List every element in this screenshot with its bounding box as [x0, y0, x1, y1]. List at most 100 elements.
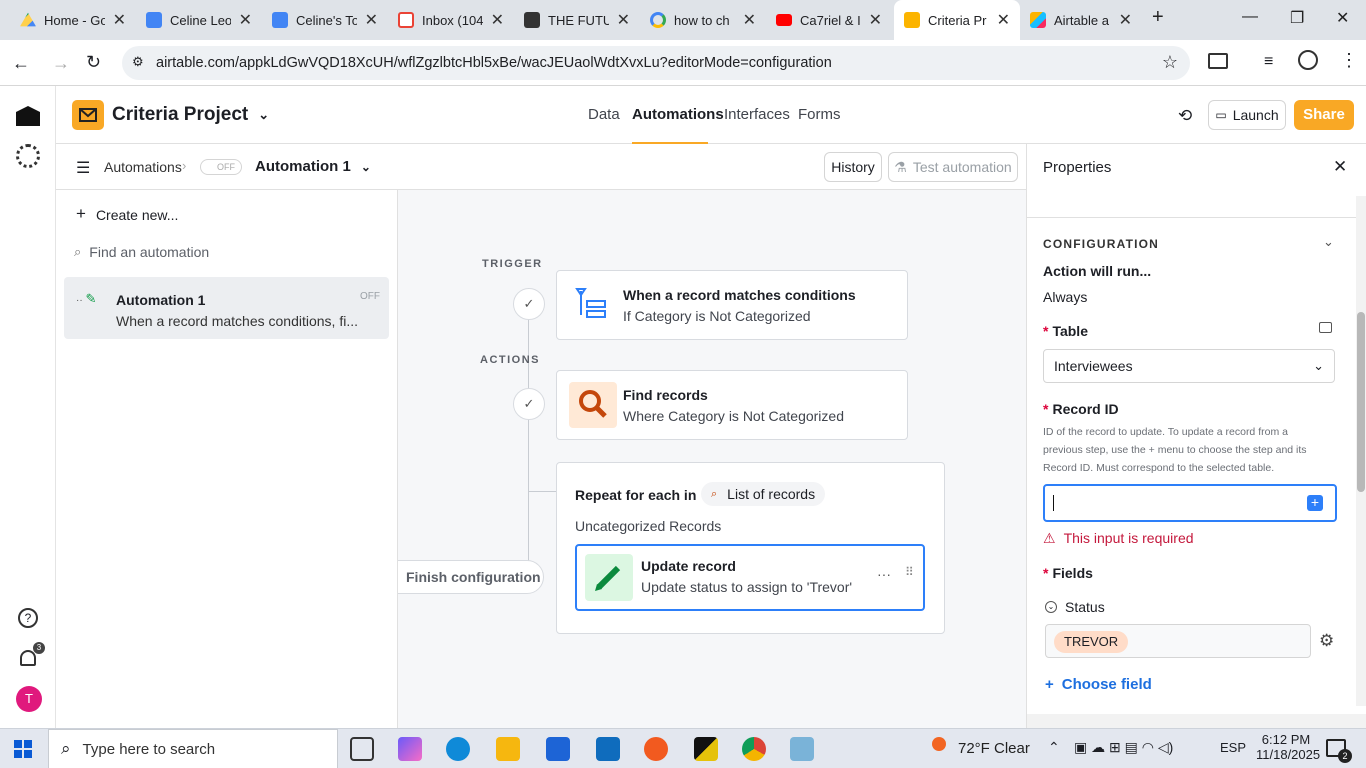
gear-icon[interactable]: ⚙: [1319, 631, 1334, 651]
edge-icon[interactable]: [446, 737, 470, 761]
weather-icon[interactable]: [932, 737, 946, 751]
tray-icons[interactable]: ▣ ☁ ⊞ ▤ ◠ ◁): [1074, 739, 1173, 756]
user-avatar[interactable]: T: [16, 686, 42, 712]
home-icon[interactable]: [16, 106, 40, 126]
close-tab-icon[interactable]: ✕: [869, 10, 882, 30]
drag-handle-icon[interactable]: ⠿: [905, 565, 914, 579]
media-icon[interactable]: ≡: [1264, 53, 1273, 71]
browser-tab-active[interactable]: Criteria Pr ✕: [894, 0, 1020, 40]
cast-icon[interactable]: [1208, 53, 1228, 69]
history-clock-icon[interactable]: ⟲: [1178, 106, 1192, 126]
sticky-app-icon[interactable]: [694, 737, 718, 761]
clock[interactable]: 6:12 PM 11/18/2025: [1256, 732, 1320, 762]
weather-text[interactable]: 72°F Clear: [958, 740, 1030, 757]
base-name-menu[interactable]: Criteria Project ⌄: [112, 104, 269, 126]
browser-tab[interactable]: Celine's To ✕: [262, 0, 388, 40]
choose-field-button[interactable]: + Choose field: [1045, 676, 1152, 693]
close-tab-icon[interactable]: ✕: [617, 10, 630, 30]
horizontal-scrollbar[interactable]: [1027, 714, 1366, 728]
task-view-icon[interactable]: [350, 737, 374, 761]
browser-tab[interactable]: Airtable a ✕: [1020, 0, 1142, 40]
repeat-group-card[interactable]: Repeat for each in ⌕ List of records Unc…: [556, 462, 945, 634]
browser-tab[interactable]: Celine Leo ✕: [136, 0, 262, 40]
reload-icon[interactable]: ↻: [86, 52, 101, 73]
minimize-button[interactable]: —: [1242, 8, 1258, 26]
insert-token-icon[interactable]: +: [1307, 495, 1323, 511]
close-tab-icon[interactable]: ✕: [743, 10, 756, 30]
chrome-icon[interactable]: [742, 737, 766, 761]
windows-start-icon[interactable]: [14, 740, 32, 758]
update-record-card[interactable]: Update record Update status to assign to…: [575, 544, 925, 611]
finish-configuration-pill[interactable]: ⚠Finish configuration: [398, 560, 544, 594]
tab-interfaces[interactable]: Interfaces: [724, 106, 790, 123]
outlook-icon[interactable]: [596, 737, 620, 761]
create-new-button[interactable]: + Create new...: [76, 205, 178, 223]
configuration-section-header[interactable]: CONFIGURATION: [1043, 237, 1159, 251]
status-value-chip[interactable]: TREVOR: [1054, 631, 1129, 653]
maximize-button[interactable]: ❐: [1290, 8, 1304, 28]
profile-icon[interactable]: [1298, 50, 1318, 70]
site-info-icon[interactable]: ⚙: [132, 54, 144, 70]
fields-label: Fields: [1052, 565, 1093, 581]
forward-icon[interactable]: →: [52, 53, 70, 74]
hamburger-icon[interactable]: ☰: [76, 158, 90, 178]
browser-tab[interactable]: THE FUTU ✕: [514, 0, 640, 40]
launch-button[interactable]: ▭ Launch: [1208, 100, 1286, 130]
brave-icon[interactable]: [644, 737, 668, 761]
browser-menu-icon[interactable]: ⋮: [1340, 50, 1358, 71]
close-tab-icon[interactable]: ✕: [491, 10, 504, 30]
store-icon[interactable]: [546, 737, 570, 761]
url-bar[interactable]: ⚙ airtable.com/appkLdGwVQD18XcUH/wflZgzl…: [122, 46, 1190, 80]
taskbar-search[interactable]: ⌕ Type here to search: [48, 729, 338, 768]
new-tab-button[interactable]: +: [1152, 6, 1164, 29]
file-explorer-icon[interactable]: [496, 737, 520, 761]
automation-toggle[interactable]: OFF: [200, 159, 242, 175]
language-indicator[interactable]: ESP: [1220, 740, 1246, 755]
history-button[interactable]: History: [824, 152, 882, 182]
close-tab-icon[interactable]: ✕: [113, 10, 126, 30]
automation-search[interactable]: ⌕ Find an automation: [74, 244, 209, 260]
browser-tab[interactable]: Inbox (104 ✕: [388, 0, 514, 40]
will-run-value[interactable]: Always: [1043, 289, 1087, 305]
close-tab-icon[interactable]: ✕: [239, 10, 252, 30]
collapse-chevron-icon[interactable]: ⌄: [1323, 234, 1334, 250]
trigger-card[interactable]: When a record matches conditions If Cate…: [556, 270, 908, 340]
close-tab-icon[interactable]: ✕: [365, 10, 378, 30]
breadcrumb-automations[interactable]: Automations: [104, 159, 182, 175]
tab-forms[interactable]: Forms: [798, 106, 841, 123]
close-tab-icon[interactable]: ✕: [1119, 10, 1132, 30]
record-id-input[interactable]: +: [1043, 484, 1337, 522]
bell-icon[interactable]: [20, 650, 36, 666]
sidebar-item-automation-1[interactable]: ·· ✎ Automation 1 When a record matches …: [64, 277, 389, 339]
close-window-button[interactable]: ✕: [1336, 8, 1349, 28]
scrollbar-thumb[interactable]: [1357, 312, 1365, 492]
panel-scrollbar[interactable]: [1356, 196, 1366, 706]
bookmark-star-icon[interactable]: ☆: [1162, 52, 1178, 73]
close-panel-icon[interactable]: ✕: [1333, 157, 1347, 177]
plus-icon: +: [1045, 676, 1054, 693]
find-records-subtitle: Where Category is Not Categorized: [623, 408, 844, 424]
test-automation-button[interactable]: ⚗ Test automation: [888, 152, 1018, 182]
browser-tab[interactable]: Home - Go ✕: [10, 0, 136, 40]
browser-tab[interactable]: Ca7riel & I ✕: [766, 0, 892, 40]
tab-data[interactable]: Data: [588, 106, 620, 123]
help-icon[interactable]: ?: [18, 608, 38, 628]
table-select[interactable]: Interviewees ⌄: [1043, 349, 1335, 383]
close-tab-icon[interactable]: ✕: [997, 10, 1010, 30]
tab-automations[interactable]: Automations: [632, 106, 724, 123]
share-button[interactable]: Share: [1294, 100, 1354, 130]
browser-tab-bar: Home - Go ✕ Celine Leo ✕ Celine's To ✕ Inbo…: [0, 0, 1366, 40]
workspace-icon[interactable]: [16, 144, 40, 168]
find-records-card[interactable]: Find records Where Category is Not Categ…: [556, 370, 908, 440]
more-options-icon[interactable]: ···: [877, 566, 891, 582]
copilot-icon[interactable]: [398, 737, 422, 761]
back-icon[interactable]: ←: [12, 53, 30, 74]
expand-table-icon[interactable]: [1319, 322, 1332, 333]
youtube-icon: [776, 14, 792, 26]
list-of-records-chip[interactable]: ⌕ List of records: [701, 482, 826, 506]
tray-chevron-icon[interactable]: ⌃: [1048, 739, 1060, 756]
status-field-input[interactable]: TREVOR: [1045, 624, 1311, 658]
browser-tab[interactable]: how to ch ✕: [640, 0, 766, 40]
automation-name-menu[interactable]: Automation 1 ⌄: [255, 158, 371, 176]
app-icon[interactable]: [790, 737, 814, 761]
